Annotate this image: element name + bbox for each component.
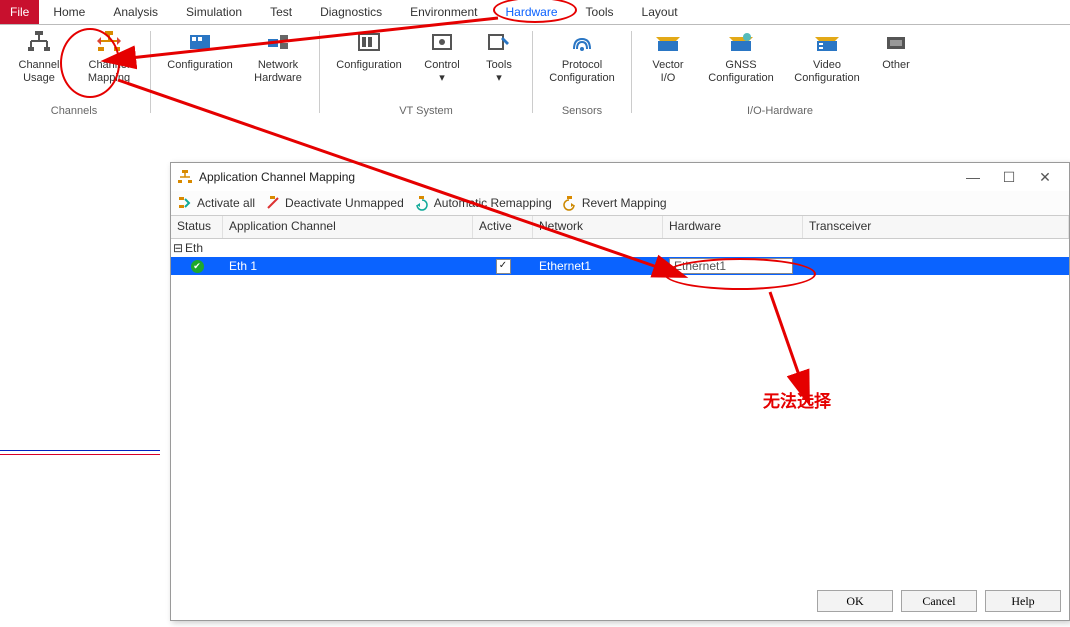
col-hardware[interactable]: Hardware [663, 216, 803, 238]
automatic-remapping-button[interactable]: Automatic Remapping [414, 195, 552, 211]
minimize-button[interactable]: — [955, 166, 991, 188]
ribbon-group-vt: Configuration Control▾ Tools▾ VT System [322, 25, 530, 119]
ribbon: ChannelUsage ChannelMapping Channels Con… [0, 25, 1070, 120]
dialog-title-icon [177, 169, 193, 185]
chevron-down-icon: ▾ [496, 72, 502, 84]
menu-simulation[interactable]: Simulation [172, 0, 256, 24]
maximize-button[interactable]: ☐ [991, 166, 1027, 188]
cancel-button[interactable]: Cancel [901, 590, 977, 612]
ribbon-group-io-label: I/O-Hardware [747, 105, 813, 119]
video-config-button[interactable]: VideoConfiguration [786, 27, 868, 85]
ribbon-group-sensors-label: Sensors [562, 105, 602, 119]
vector-io-button[interactable]: VectorI/O [640, 27, 696, 85]
hardware-combobox[interactable]: Ethernet1 [669, 258, 793, 274]
channel-mapping-dialog: Application Channel Mapping — ☐ ✕ Activa… [170, 162, 1070, 621]
auto-remap-icon [414, 195, 430, 211]
vector-io-label: VectorI/O [652, 59, 683, 85]
close-button[interactable]: ✕ [1027, 166, 1063, 188]
channel-usage-button[interactable]: ChannelUsage [6, 27, 72, 85]
video-config-label: VideoConfiguration [794, 59, 859, 85]
menu-analysis[interactable]: Analysis [99, 0, 172, 24]
menu-hardware[interactable]: Hardware [492, 0, 572, 24]
bg-line-red [0, 454, 160, 455]
file-menu[interactable]: File [0, 0, 39, 24]
network-hardware-label: NetworkHardware [254, 59, 302, 85]
group-label: Eth [185, 241, 203, 255]
gnss-config-icon [727, 29, 755, 57]
vt-control-button[interactable]: Control▾ [414, 27, 470, 85]
channel-usage-icon [25, 29, 53, 57]
vt-config-label: Configuration [336, 59, 401, 85]
activate-all-button[interactable]: Activate all [177, 195, 255, 211]
menu-diagnostics[interactable]: Diagnostics [306, 0, 396, 24]
other-label: Other [882, 59, 910, 85]
table-row[interactable]: ✔ Eth 1 ✓ Ethernet1 Ethernet1 [171, 257, 1069, 275]
ribbon-group-vt-label: VT System [399, 105, 453, 119]
revert-icon [562, 195, 578, 211]
ribbon-group-channels: ChannelUsage ChannelMapping Channels [0, 25, 148, 119]
protocol-config-button[interactable]: ProtocolConfiguration [541, 27, 623, 85]
bg-line-blue [0, 450, 160, 451]
col-status[interactable]: Status [171, 216, 223, 238]
gnss-config-button[interactable]: GNSSConfiguration [700, 27, 782, 85]
menu-tools[interactable]: Tools [572, 0, 628, 24]
gnss-config-label: GNSSConfiguration [708, 59, 773, 85]
protocol-config-icon [568, 29, 596, 57]
group-row-eth[interactable]: ⊟ Eth [171, 239, 1069, 257]
channel-mapping-button[interactable]: ChannelMapping [76, 27, 142, 85]
deactivate-unmapped-button[interactable]: Deactivate Unmapped [265, 195, 404, 211]
protocol-config-label: ProtocolConfiguration [549, 59, 614, 85]
grid-header: Status Application Channel Active Networ… [171, 216, 1069, 239]
vector-io-icon [654, 29, 682, 57]
ribbon-group-channels-label: Channels [51, 105, 97, 119]
board-icon [186, 29, 214, 57]
video-config-icon [813, 29, 841, 57]
col-application-channel[interactable]: Application Channel [223, 216, 473, 238]
menu-bar: File Home Analysis Simulation Test Diagn… [0, 0, 1070, 25]
configuration-label: Configuration [167, 59, 232, 85]
other-icon [882, 29, 910, 57]
chevron-down-icon: ▾ [439, 72, 445, 84]
col-network[interactable]: Network [533, 216, 663, 238]
activate-all-icon [177, 195, 193, 211]
cell-application-channel: Eth 1 [223, 259, 473, 273]
dialog-title: Application Channel Mapping [199, 170, 955, 184]
collapse-icon[interactable]: ⊟ [171, 241, 185, 255]
vt-config-button[interactable]: Configuration [328, 27, 410, 85]
other-button[interactable]: Other [872, 27, 920, 85]
ribbon-group-sensors: ProtocolConfiguration Sensors [535, 25, 629, 119]
grid-body: ⊟ Eth ✔ Eth 1 ✓ Ethernet1 Ethernet1 [171, 239, 1069, 569]
dialog-titlebar[interactable]: Application Channel Mapping — ☐ ✕ [171, 163, 1069, 191]
channel-mapping-label: ChannelMapping [88, 59, 130, 85]
vt-control-icon [428, 29, 456, 57]
col-active[interactable]: Active [473, 216, 533, 238]
active-checkbox[interactable]: ✓ [496, 259, 511, 274]
configuration-button[interactable]: Configuration [159, 27, 241, 85]
menu-test[interactable]: Test [256, 0, 306, 24]
channel-usage-label: ChannelUsage [19, 59, 60, 85]
help-button[interactable]: Help [985, 590, 1061, 612]
dialog-buttons: OK Cancel Help [817, 590, 1061, 612]
dialog-toolbar: Activate all Deactivate Unmapped Automat… [171, 191, 1069, 216]
ribbon-group-config: Configuration NetworkHardware [153, 25, 317, 119]
cell-network: Ethernet1 [533, 259, 663, 273]
menu-layout[interactable]: Layout [628, 0, 692, 24]
deactivate-icon [265, 195, 281, 211]
network-hardware-button[interactable]: NetworkHardware [245, 27, 311, 85]
revert-mapping-button[interactable]: Revert Mapping [562, 195, 667, 211]
vt-tools-icon [485, 29, 513, 57]
vt-control-label: Control▾ [424, 59, 459, 85]
channel-mapping-icon [95, 29, 123, 57]
ok-button[interactable]: OK [817, 590, 893, 612]
menu-home[interactable]: Home [39, 0, 99, 24]
vt-config-icon [355, 29, 383, 57]
status-ok-icon: ✔ [191, 260, 204, 273]
menu-environment[interactable]: Environment [396, 0, 491, 24]
vt-tools-button[interactable]: Tools▾ [474, 27, 524, 85]
vt-tools-label: Tools▾ [486, 59, 512, 85]
annotation-text-cannot-select: 无法选择 [763, 387, 831, 412]
col-transceiver[interactable]: Transceiver [803, 216, 1069, 238]
network-hardware-icon [264, 29, 292, 57]
ribbon-group-io: VectorI/O GNSSConfiguration VideoConfigu… [634, 25, 926, 119]
